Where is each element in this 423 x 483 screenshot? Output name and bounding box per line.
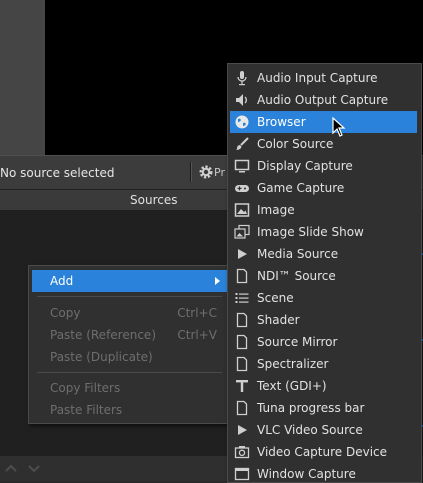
submenu-item-image[interactable]: Image bbox=[230, 199, 417, 221]
submenu-item-tuna-progress-bar[interactable]: Tuna progress bar bbox=[230, 397, 417, 419]
menu-item-paste-reference[interactable]: Paste (Reference) Ctrl+V bbox=[32, 324, 227, 346]
submenu-item-label: Image Slide Show bbox=[257, 225, 364, 239]
move-up-icon[interactable] bbox=[4, 461, 18, 475]
submenu-item-label: Source Mirror bbox=[257, 335, 338, 349]
menu-item-label: Copy bbox=[50, 306, 81, 320]
menu-separator bbox=[37, 296, 222, 297]
submenu-arrow-icon bbox=[215, 277, 220, 285]
preview-side-panel bbox=[0, 0, 45, 155]
submenu-item-scene[interactable]: Scene bbox=[230, 287, 417, 309]
submenu-item-text-gdi[interactable]: Text (GDI+) bbox=[230, 375, 417, 397]
submenu-item-vlc-video-source[interactable]: VLC Video Source bbox=[230, 419, 417, 441]
submenu-item-ndi-source[interactable]: NDI™ Source bbox=[230, 265, 417, 287]
move-down-icon[interactable] bbox=[27, 461, 41, 475]
submenu-item-label: Audio Output Capture bbox=[257, 93, 389, 107]
menu-item-copy-filters[interactable]: Copy Filters bbox=[32, 377, 227, 399]
slideshow-icon bbox=[234, 224, 250, 239]
camera-icon bbox=[234, 446, 250, 459]
submenu-item-browser[interactable]: Browser bbox=[230, 111, 417, 133]
add-source-submenu: Audio Input Capture Audio Output Capture… bbox=[227, 63, 422, 483]
submenu-item-label: Color Source bbox=[257, 137, 334, 151]
submenu-item-label: Tuna progress bar bbox=[257, 401, 365, 415]
list-icon bbox=[235, 293, 249, 303]
properties-button[interactable]: Pr bbox=[198, 160, 228, 184]
menu-item-shortcut: Ctrl+V bbox=[177, 328, 217, 342]
submenu-item-spectralizer[interactable]: Spectralizer bbox=[230, 353, 417, 375]
gear-icon bbox=[199, 165, 213, 179]
no-source-label: No source selected bbox=[0, 166, 115, 180]
submenu-item-game-capture[interactable]: Game Capture bbox=[230, 177, 417, 199]
submenu-item-shader[interactable]: Shader bbox=[230, 309, 417, 331]
file-icon bbox=[236, 334, 248, 350]
file-icon bbox=[236, 400, 248, 416]
window-icon bbox=[234, 467, 250, 481]
speaker-icon bbox=[236, 94, 247, 106]
submenu-item-label: Spectralizer bbox=[257, 357, 329, 371]
submenu-item-audio-output-capture[interactable]: Audio Output Capture bbox=[230, 89, 417, 111]
submenu-item-image-slide-show[interactable]: Image Slide Show bbox=[230, 221, 417, 243]
submenu-item-color-source[interactable]: Color Source bbox=[230, 133, 417, 155]
submenu-item-label: Media Source bbox=[257, 247, 339, 261]
submenu-item-label: VLC Video Source bbox=[257, 423, 363, 437]
sources-dock-title: Sources bbox=[130, 193, 178, 207]
submenu-item-label: Image bbox=[257, 203, 295, 217]
submenu-item-label: Game Capture bbox=[257, 181, 345, 195]
submenu-item-label: Text (GDI+) bbox=[257, 379, 327, 393]
image-icon bbox=[234, 203, 250, 217]
globe-icon bbox=[235, 115, 249, 129]
menu-item-label: Paste (Duplicate) bbox=[50, 350, 153, 364]
submenu-item-window-capture[interactable]: Window Capture bbox=[230, 463, 417, 482]
menu-item-label: Add bbox=[50, 274, 74, 288]
file-icon bbox=[236, 268, 248, 284]
mouse-cursor-icon bbox=[332, 117, 346, 137]
menu-item-label: Paste (Reference) bbox=[50, 328, 156, 342]
submenu-item-display-capture[interactable]: Display Capture bbox=[230, 155, 417, 177]
play-icon bbox=[238, 249, 247, 259]
submenu-item-media-source[interactable]: Media Source bbox=[230, 243, 417, 265]
submenu-item-label: NDI™ Source bbox=[257, 269, 336, 283]
sources-context-menu: Add Copy Ctrl+C Paste (Reference) Ctrl+V… bbox=[28, 265, 231, 424]
submenu-item-audio-input-capture[interactable]: Audio Input Capture bbox=[230, 67, 417, 89]
menu-separator bbox=[37, 372, 222, 373]
menu-item-paste-duplicate[interactable]: Paste (Duplicate) bbox=[32, 346, 227, 368]
gamepad-icon bbox=[235, 185, 249, 192]
submenu-item-label: Shader bbox=[257, 313, 300, 327]
submenu-item-source-mirror[interactable]: Source Mirror bbox=[230, 331, 417, 353]
file-icon bbox=[236, 312, 248, 328]
monitor-icon bbox=[234, 159, 250, 173]
menu-item-shortcut: Ctrl+C bbox=[177, 306, 217, 320]
properties-label: Pr bbox=[214, 165, 225, 179]
submenu-item-label: Browser bbox=[257, 115, 306, 129]
microphone-icon bbox=[237, 71, 247, 86]
menu-item-add[interactable]: Add bbox=[32, 270, 227, 292]
submenu-item-label: Audio Input Capture bbox=[257, 71, 378, 85]
file-icon bbox=[236, 356, 248, 372]
text-icon bbox=[236, 380, 248, 392]
menu-item-paste-filters[interactable]: Paste Filters bbox=[32, 399, 227, 421]
submenu-item-label: Window Capture bbox=[257, 467, 356, 481]
submenu-item-label: Scene bbox=[257, 291, 294, 305]
play-icon bbox=[238, 425, 247, 435]
toolbar-separator bbox=[190, 162, 192, 182]
paint-brush-icon bbox=[236, 137, 249, 150]
menu-item-label: Paste Filters bbox=[50, 403, 123, 417]
submenu-item-label: Display Capture bbox=[257, 159, 353, 173]
menu-item-label: Copy Filters bbox=[50, 381, 121, 395]
submenu-item-video-capture-device[interactable]: Video Capture Device bbox=[230, 441, 417, 463]
menu-item-copy[interactable]: Copy Ctrl+C bbox=[32, 302, 227, 324]
submenu-item-label: Video Capture Device bbox=[257, 445, 388, 459]
